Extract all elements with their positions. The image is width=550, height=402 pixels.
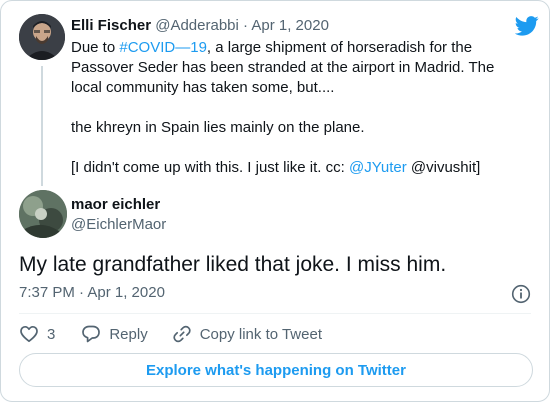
author-name[interactable]: Elli Fischer [71, 17, 151, 34]
link-icon [173, 325, 191, 343]
tweet-date[interactable]: Apr 1, 2020 [251, 17, 329, 34]
tweet-timestamp[interactable]: 7:37 PM · Apr 1, 2020 [19, 284, 165, 302]
copy-link-label: Copy link to Tweet [199, 325, 322, 343]
paragraph-text: @vivushit] [406, 159, 481, 176]
paragraph-text: [I didn't come up with this. I just like… [71, 159, 349, 176]
copy-link-button[interactable]: Copy link to Tweet [172, 324, 322, 344]
hashtag-link[interactable]: #COVID—19 [119, 39, 207, 56]
parent-paragraph-1: Due to #COVID—19, a large shipment of ho… [71, 38, 511, 98]
reply-button[interactable]: Reply [81, 324, 148, 344]
separator: · [243, 17, 249, 34]
mention-link[interactable]: @JYuter [349, 159, 407, 176]
parent-tweet-header: Elli Fischer @Adderabbi · Apr 1, 2020 [71, 16, 329, 36]
like-count: 3 [47, 325, 56, 343]
embedded-tweet-card: Elli Fischer @Adderabbi · Apr 1, 2020 Du… [0, 0, 550, 402]
tweet-text: My late grandfather liked that joke. I m… [19, 253, 447, 276]
divider [19, 313, 531, 314]
parent-tweet-body: Due to #COVID—19, a large shipment of ho… [71, 38, 511, 178]
heart-icon [20, 325, 38, 343]
info-icon[interactable] [511, 284, 531, 304]
twitter-bird-icon[interactable] [515, 16, 539, 36]
paragraph-text: Due to [71, 39, 120, 56]
avatar[interactable] [19, 190, 67, 238]
thread-connector-line [41, 66, 43, 186]
tweet-actions: 3 Reply Copy link to Tweet [19, 322, 346, 346]
reply-bubble-icon [82, 325, 101, 343]
like-button[interactable]: 3 [19, 324, 55, 344]
avatar[interactable] [19, 14, 65, 60]
explore-twitter-button[interactable]: Explore what's happening on Twitter [19, 353, 533, 387]
author-name[interactable]: maor eichler [71, 196, 160, 214]
author-handle[interactable]: @EichlerMaor [71, 216, 166, 234]
reply-label: Reply [109, 325, 148, 343]
author-handle[interactable]: @Adderabbi [155, 17, 239, 34]
parent-paragraph-3: [I didn't come up with this. I just like… [71, 158, 511, 178]
parent-paragraph-2: the khreyn in Spain lies mainly on the p… [71, 119, 365, 136]
